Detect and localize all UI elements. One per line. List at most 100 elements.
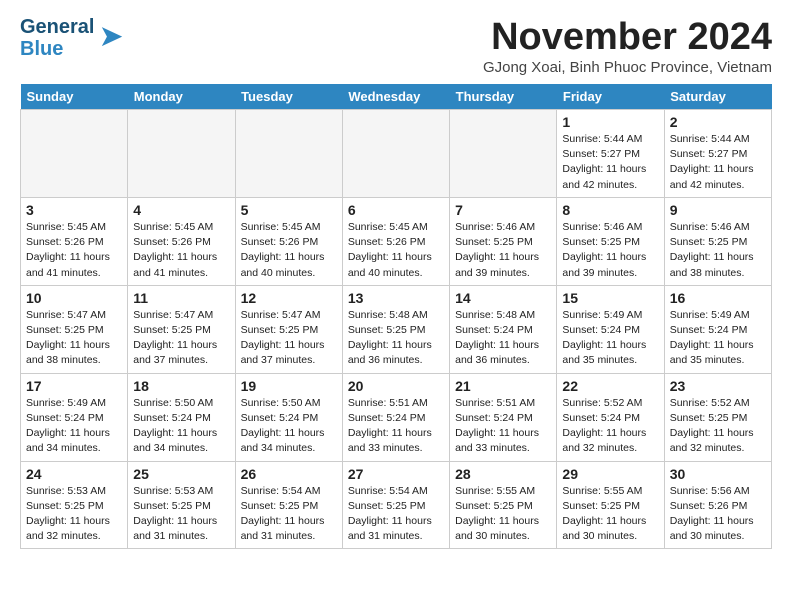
day-cell-21: 21 Sunrise: 5:51 AM Sunset: 5:24 PM Dayli… (450, 373, 557, 461)
day-cell-8: 8 Sunrise: 5:46 AM Sunset: 5:25 PM Daylig… (557, 197, 664, 285)
empty-cell (450, 110, 557, 198)
day-number: 27 (348, 466, 444, 482)
day-number: 17 (26, 378, 122, 394)
col-header-sunday: Sunday (21, 84, 128, 110)
day-cell-2: 2 Sunrise: 5:44 AM Sunset: 5:27 PM Daylig… (664, 110, 771, 198)
day-cell-5: 5Sunrise: 5:45 AM Sunset: 5:26 PM Daylig… (235, 197, 342, 285)
day-info: Sunrise: 5:51 AM Sunset: 5:24 PM Dayligh… (348, 396, 444, 457)
day-cell-3: 3 Sunrise: 5:45 AM Sunset: 5:26 PM Daylig… (21, 197, 128, 285)
logo-line1: General (20, 16, 94, 38)
page: General Blue ➤ November 2024 GJong Xoai,… (0, 0, 792, 565)
week-row-2: 3 Sunrise: 5:45 AM Sunset: 5:26 PM Daylig… (21, 197, 772, 285)
day-info: Sunrise: 5:54 AM Sunset: 5:25 PM Dayligh… (348, 484, 444, 545)
day-cell-6: 6Sunrise: 5:45 AM Sunset: 5:26 PM Daylig… (342, 197, 449, 285)
day-info: Sunrise: 5:48 AM Sunset: 5:24 PM Dayligh… (455, 308, 551, 369)
day-number: 13 (348, 290, 444, 306)
day-cell-29: 29 Sunrise: 5:55 AM Sunset: 5:25 PM Dayli… (557, 461, 664, 549)
day-number: 21 (455, 378, 551, 394)
week-row-5: 24Sunrise: 5:53 AM Sunset: 5:25 PM Dayli… (21, 461, 772, 549)
logo-line2: Blue (20, 38, 94, 60)
day-cell-1: 1 Sunrise: 5:44 AM Sunset: 5:27 PM Daylig… (557, 110, 664, 198)
logo: General Blue ➤ (20, 16, 124, 60)
day-cell-10: 10 Sunrise: 5:47 AM Sunset: 5:25 PM Dayli… (21, 285, 128, 373)
day-info: Sunrise: 5:47 AM Sunset: 5:25 PM Dayligh… (241, 308, 337, 369)
day-number: 1 (562, 114, 658, 130)
empty-cell (342, 110, 449, 198)
title-block: November 2024 GJong Xoai, Binh Phuoc Pro… (483, 16, 772, 76)
day-info: Sunrise: 5:53 AM Sunset: 5:25 PM Dayligh… (133, 484, 229, 545)
day-number: 12 (241, 290, 337, 306)
day-info: Sunrise: 5:54 AM Sunset: 5:25 PM Dayligh… (241, 484, 337, 545)
day-cell-15: 15Sunrise: 5:49 AM Sunset: 5:24 PM Dayli… (557, 285, 664, 373)
day-cell-30: 30Sunrise: 5:56 AM Sunset: 5:26 PM Dayli… (664, 461, 771, 549)
day-info: Sunrise: 5:46 AM Sunset: 5:25 PM Dayligh… (455, 220, 551, 281)
day-cell-11: 11 Sunrise: 5:47 AM Sunset: 5:25 PM Dayli… (128, 285, 235, 373)
month-title: November 2024 (483, 16, 772, 59)
logo-text: General Blue ➤ (20, 16, 124, 60)
day-info: Sunrise: 5:47 AM Sunset: 5:25 PM Dayligh… (133, 308, 229, 369)
day-number: 5 (241, 202, 337, 218)
day-number: 10 (26, 290, 122, 306)
day-info: Sunrise: 5:46 AM Sunset: 5:25 PM Dayligh… (562, 220, 658, 281)
day-info: Sunrise: 5:51 AM Sunset: 5:24 PM Dayligh… (455, 396, 551, 457)
empty-cell (128, 110, 235, 198)
day-number: 7 (455, 202, 551, 218)
day-info: Sunrise: 5:49 AM Sunset: 5:24 PM Dayligh… (26, 396, 122, 457)
day-cell-17: 17 Sunrise: 5:49 AM Sunset: 5:24 PM Dayli… (21, 373, 128, 461)
day-cell-13: 13Sunrise: 5:48 AM Sunset: 5:25 PM Dayli… (342, 285, 449, 373)
day-number: 11 (133, 290, 229, 306)
day-cell-23: 23Sunrise: 5:52 AM Sunset: 5:25 PM Dayli… (664, 373, 771, 461)
logo-bird-icon: ➤ (98, 19, 123, 54)
week-row-1: 1 Sunrise: 5:44 AM Sunset: 5:27 PM Daylig… (21, 110, 772, 198)
day-cell-4: 4Sunrise: 5:45 AM Sunset: 5:26 PM Daylig… (128, 197, 235, 285)
day-cell-19: 19 Sunrise: 5:50 AM Sunset: 5:24 PM Dayli… (235, 373, 342, 461)
day-number: 9 (670, 202, 766, 218)
day-cell-12: 12 Sunrise: 5:47 AM Sunset: 5:25 PM Dayli… (235, 285, 342, 373)
day-number: 4 (133, 202, 229, 218)
week-row-3: 10 Sunrise: 5:47 AM Sunset: 5:25 PM Dayli… (21, 285, 772, 373)
day-number: 19 (241, 378, 337, 394)
day-cell-24: 24Sunrise: 5:53 AM Sunset: 5:25 PM Dayli… (21, 461, 128, 549)
day-number: 23 (670, 378, 766, 394)
day-cell-26: 26 Sunrise: 5:54 AM Sunset: 5:25 PM Dayli… (235, 461, 342, 549)
day-cell-28: 28Sunrise: 5:55 AM Sunset: 5:25 PM Dayli… (450, 461, 557, 549)
days-header-row: SundayMondayTuesdayWednesdayThursdayFrid… (21, 84, 772, 110)
location-subtitle: GJong Xoai, Binh Phuoc Province, Vietnam (483, 59, 772, 76)
col-header-friday: Friday (557, 84, 664, 110)
day-number: 29 (562, 466, 658, 482)
empty-cell (235, 110, 342, 198)
day-number: 8 (562, 202, 658, 218)
day-info: Sunrise: 5:56 AM Sunset: 5:26 PM Dayligh… (670, 484, 766, 545)
col-header-wednesday: Wednesday (342, 84, 449, 110)
day-cell-20: 20 Sunrise: 5:51 AM Sunset: 5:24 PM Dayli… (342, 373, 449, 461)
day-number: 28 (455, 466, 551, 482)
day-cell-9: 9 Sunrise: 5:46 AM Sunset: 5:25 PM Daylig… (664, 197, 771, 285)
day-number: 25 (133, 466, 229, 482)
day-cell-14: 14Sunrise: 5:48 AM Sunset: 5:24 PM Dayli… (450, 285, 557, 373)
day-number: 2 (670, 114, 766, 130)
day-number: 18 (133, 378, 229, 394)
day-number: 22 (562, 378, 658, 394)
day-info: Sunrise: 5:47 AM Sunset: 5:25 PM Dayligh… (26, 308, 122, 369)
col-header-thursday: Thursday (450, 84, 557, 110)
day-number: 20 (348, 378, 444, 394)
day-number: 3 (26, 202, 122, 218)
day-info: Sunrise: 5:49 AM Sunset: 5:24 PM Dayligh… (670, 308, 766, 369)
day-info: Sunrise: 5:46 AM Sunset: 5:25 PM Dayligh… (670, 220, 766, 281)
col-header-saturday: Saturday (664, 84, 771, 110)
day-info: Sunrise: 5:45 AM Sunset: 5:26 PM Dayligh… (26, 220, 122, 281)
day-info: Sunrise: 5:44 AM Sunset: 5:27 PM Dayligh… (562, 132, 658, 193)
day-number: 26 (241, 466, 337, 482)
day-info: Sunrise: 5:55 AM Sunset: 5:25 PM Dayligh… (562, 484, 658, 545)
day-info: Sunrise: 5:44 AM Sunset: 5:27 PM Dayligh… (670, 132, 766, 193)
day-cell-18: 18Sunrise: 5:50 AM Sunset: 5:24 PM Dayli… (128, 373, 235, 461)
day-info: Sunrise: 5:53 AM Sunset: 5:25 PM Dayligh… (26, 484, 122, 545)
day-cell-25: 25 Sunrise: 5:53 AM Sunset: 5:25 PM Dayli… (128, 461, 235, 549)
header: General Blue ➤ November 2024 GJong Xoai,… (20, 16, 772, 76)
day-cell-27: 27 Sunrise: 5:54 AM Sunset: 5:25 PM Dayli… (342, 461, 449, 549)
day-info: Sunrise: 5:45 AM Sunset: 5:26 PM Dayligh… (348, 220, 444, 281)
day-info: Sunrise: 5:50 AM Sunset: 5:24 PM Dayligh… (241, 396, 337, 457)
day-info: Sunrise: 5:49 AM Sunset: 5:24 PM Dayligh… (562, 308, 658, 369)
week-row-4: 17 Sunrise: 5:49 AM Sunset: 5:24 PM Dayli… (21, 373, 772, 461)
day-cell-16: 16Sunrise: 5:49 AM Sunset: 5:24 PM Dayli… (664, 285, 771, 373)
